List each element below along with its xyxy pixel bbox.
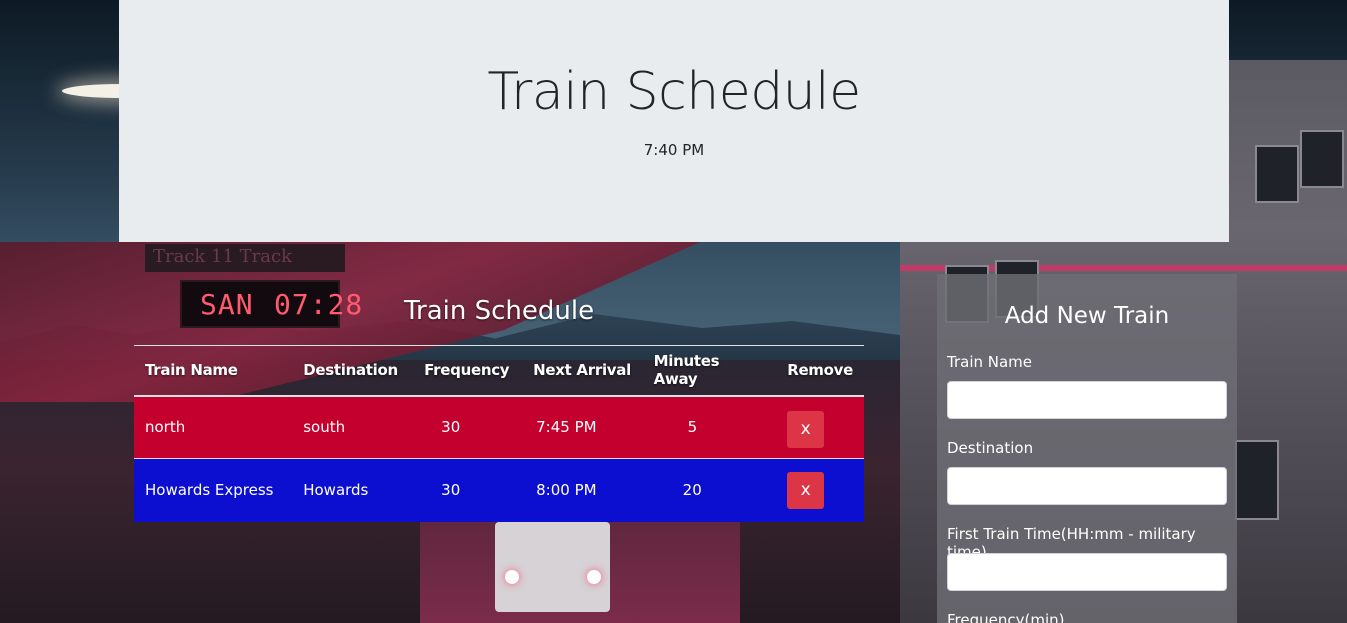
table-header-row: Train Name Destination Frequency Next Ar…: [134, 345, 864, 397]
baggage-cart: [495, 522, 610, 612]
col-destination: Destination: [292, 345, 414, 397]
track-sign: Track 11 Track: [145, 244, 345, 272]
add-train-panel: Add New Train Train Name Destination Fir…: [937, 274, 1237, 623]
cell-frequency: 30: [441, 418, 461, 437]
cell-frequency: 30: [413, 458, 523, 522]
table-row: Howards Express Howards 30 8:00 PM 20 x: [134, 458, 864, 522]
schedule-title: Train Schedule: [403, 296, 595, 326]
col-frequency: Frequency: [413, 345, 523, 397]
frequency-label: Frequency(min): [947, 611, 1065, 623]
remove-train-button[interactable]: x: [787, 410, 825, 448]
cell-next-arrival: 7:45 PM: [536, 418, 597, 437]
train-window: [1255, 145, 1299, 203]
col-train-name: Train Name: [134, 345, 293, 397]
page-title: Train Schedule: [487, 62, 861, 122]
col-next-arrival: Next Arrival: [522, 345, 643, 397]
cell-minutes-away: 5: [687, 418, 698, 437]
col-remove: Remove: [776, 345, 864, 397]
cell-next-arrival: 8:00 PM: [522, 458, 643, 522]
table-row: north south 30 7:45 PM 5 x: [134, 395, 864, 459]
cell-destination: south: [303, 418, 346, 437]
first-train-time-input[interactable]: [947, 553, 1227, 591]
train-name-input[interactable]: [947, 381, 1227, 419]
jumbotron-header: Train Schedule 7:40 PM: [119, 0, 1229, 242]
cell-minutes-away: 20: [642, 458, 777, 522]
cart-light: [587, 570, 601, 584]
cell-remove: x: [776, 458, 864, 522]
cell-remove: x: [776, 396, 864, 459]
remove-train-button[interactable]: x: [787, 472, 825, 509]
cart-light: [505, 570, 519, 584]
col-minutes-away: Minutes Away: [642, 345, 777, 397]
cell-destination: Howards: [292, 458, 414, 522]
destination-label: Destination: [947, 439, 1034, 457]
train-window: [1235, 440, 1279, 520]
cell-train-name: north: [145, 418, 186, 437]
destination-input[interactable]: [947, 467, 1227, 505]
add-train-title: Add New Train: [1004, 303, 1170, 329]
cell-train-name: Howards Express: [134, 458, 293, 522]
schedule-table: Train Name Destination Frequency Next Ar…: [134, 345, 864, 522]
current-time: 7:40 PM: [643, 141, 705, 159]
train-window: [1300, 130, 1344, 188]
train-name-label: Train Name: [947, 353, 1033, 371]
schedule-section: Train Schedule Train Name Destination Fr…: [134, 290, 864, 522]
